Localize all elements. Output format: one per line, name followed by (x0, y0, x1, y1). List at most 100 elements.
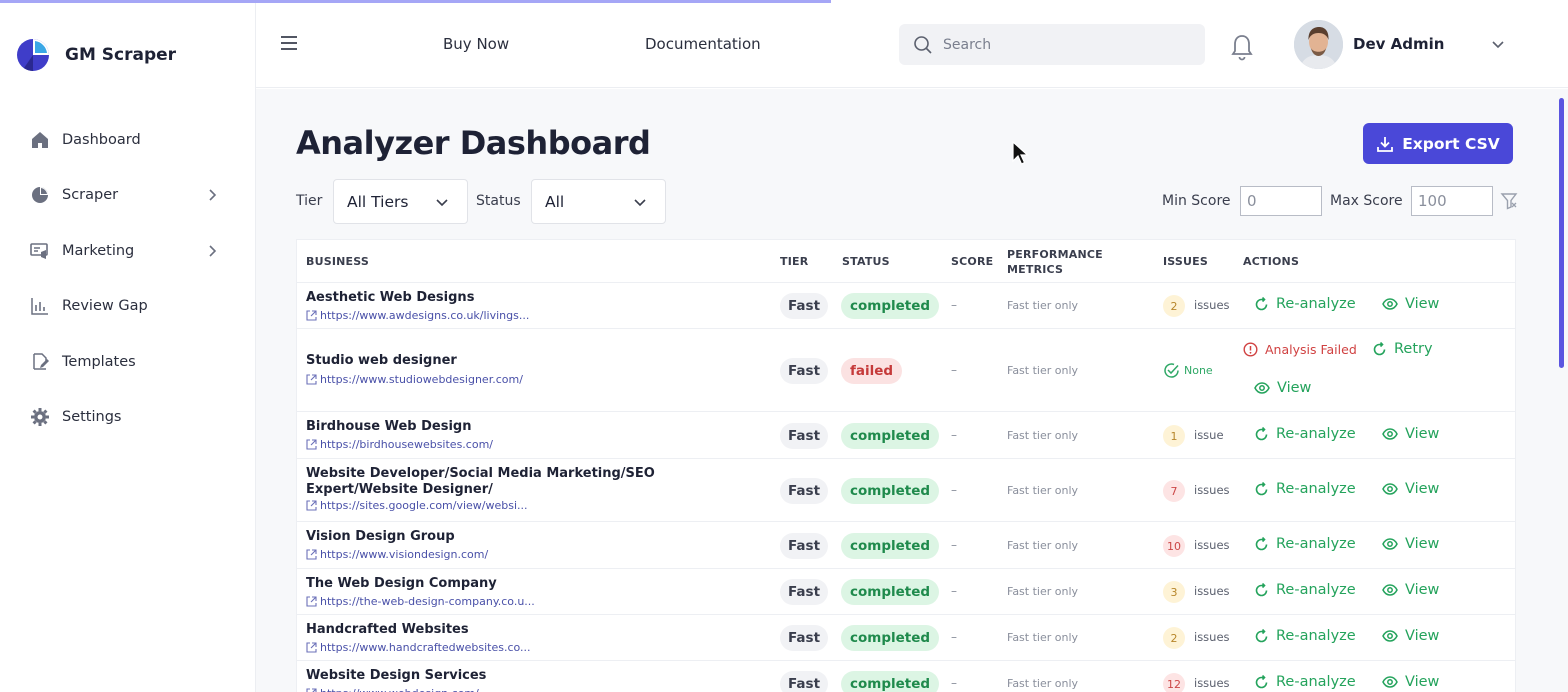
alert-circle-icon (1243, 342, 1258, 357)
view-button[interactable]: View (1382, 296, 1439, 312)
external-link-icon (306, 549, 317, 560)
reanalyze-button[interactable]: Re-analyze (1254, 296, 1356, 312)
column-header-issues[interactable]: ISSUES (1163, 240, 1208, 283)
tier-select[interactable]: All Tiers (333, 179, 468, 224)
search-box[interactable] (899, 24, 1205, 65)
business-name: Handcrafted Websites (306, 622, 469, 637)
chevron-down-icon (634, 199, 646, 207)
table-row: Aesthetic Web Designs https://www.awdesig… (297, 283, 1515, 329)
business-url: https://www.studiowebdesigner.com/ (320, 373, 523, 386)
performance-metrics: Fast tier only (1007, 539, 1079, 552)
reanalyze-button[interactable]: Re-analyze (1254, 426, 1356, 442)
view-label: View (1405, 426, 1440, 442)
reanalyze-button[interactable]: Re-analyze (1254, 674, 1356, 690)
column-header-score[interactable]: SCORE (951, 240, 993, 283)
performance-metrics: Fast tier only (1007, 677, 1079, 690)
business-name: Studio web designer (306, 353, 457, 368)
business-url-link[interactable]: https://www.visiondesign.com/ (306, 548, 488, 561)
analyzer-table: BUSINESS TIER STATUS SCORE PERFORMANCE M… (296, 239, 1516, 692)
sidebar-item-marketing[interactable]: Marketing (0, 223, 255, 279)
column-header-status[interactable]: STATUS (842, 240, 890, 283)
eye-icon (1382, 298, 1398, 310)
business-url-link[interactable]: https://birdhousewebsites.com/ (306, 438, 493, 451)
column-header-performance-metrics[interactable]: PERFORMANCE METRICS (1007, 240, 1117, 283)
view-button[interactable]: View (1382, 426, 1439, 442)
score-value: – (951, 363, 957, 377)
reanalyze-button[interactable]: Re-analyze (1254, 481, 1356, 497)
status-badge: completed (841, 423, 940, 449)
tier-badge: Fast (780, 423, 829, 449)
retry-button[interactable]: Retry (1372, 341, 1433, 357)
view-button[interactable]: View (1382, 674, 1439, 690)
sidebar-item-review-gap[interactable]: Review Gap (0, 279, 255, 335)
issues-label: issues (1194, 538, 1230, 552)
status-select[interactable]: All (531, 179, 666, 224)
sidebar-item-label: Templates (62, 353, 136, 370)
sidebar-item-settings[interactable]: Settings (0, 390, 255, 446)
status-badge: completed (841, 671, 940, 692)
business-url-link[interactable]: https://www.handcraftedwebsites.co... (306, 641, 531, 654)
score-value: – (951, 298, 957, 312)
min-score-input[interactable]: 0 (1240, 186, 1322, 216)
table-row: Website Developer/Social Media Marketing… (297, 459, 1515, 522)
business-name: The Web Design Company (306, 576, 497, 591)
tier-filter-label: Tier (296, 193, 323, 209)
view-button[interactable]: View (1382, 481, 1439, 497)
refresh-icon (1373, 341, 1386, 355)
sidebar-item-scraper[interactable]: Scraper (0, 168, 255, 224)
table-row: Website Design Services https://www.webde… (297, 661, 1515, 692)
view-label: View (1405, 628, 1440, 644)
user-name[interactable]: Dev Admin (1353, 35, 1444, 53)
export-csv-button[interactable]: Export CSV (1363, 123, 1513, 164)
menu-icon[interactable] (280, 35, 298, 51)
max-score-input[interactable]: 100 (1411, 186, 1493, 216)
business-url-link[interactable]: https://www.studiowebdesigner.com/ (306, 373, 523, 386)
avatar[interactable] (1294, 20, 1343, 69)
reanalyze-button[interactable]: Re-analyze (1254, 536, 1356, 552)
filter-clear-icon[interactable] (1500, 192, 1518, 210)
chevron-right-icon (209, 189, 217, 201)
business-url-link[interactable]: https://www.webdesign.com/ (306, 687, 479, 692)
view-label: View (1405, 674, 1440, 690)
search-input[interactable] (943, 36, 1183, 53)
sidebar-item-dashboard[interactable]: Dashboard (0, 112, 255, 168)
buy-now-link[interactable]: Buy Now (443, 35, 509, 53)
business-url-link[interactable]: https://sites.google.com/view/websi... (306, 499, 528, 512)
megaphone-icon (30, 241, 50, 261)
reanalyze-label: Re-analyze (1276, 481, 1356, 497)
tier-badge: Fast (780, 293, 829, 319)
table-row: Handcrafted Websites https://www.handcraf… (297, 615, 1515, 661)
view-button[interactable]: View (1254, 380, 1311, 396)
search-icon (914, 35, 932, 54)
business-url-link[interactable]: https://www.awdesigns.co.uk/livings... (306, 309, 529, 322)
documentation-link[interactable]: Documentation (645, 35, 761, 53)
user-avatar-image (1294, 20, 1343, 69)
business-url: https://the-web-design-company.co.u... (320, 595, 535, 608)
page-loading-bar (0, 0, 831, 3)
reanalyze-button[interactable]: Re-analyze (1254, 628, 1356, 644)
chevron-down-icon[interactable] (1491, 37, 1505, 51)
issues-count-badge: 1 (1163, 425, 1185, 447)
column-header-actions: ACTIONS (1243, 255, 1300, 268)
view-label: View (1405, 536, 1440, 552)
performance-metrics: Fast tier only (1007, 429, 1079, 442)
brand-name: GM Scraper (65, 45, 177, 65)
column-header-tier[interactable]: TIER (780, 240, 808, 283)
logo-icon (17, 39, 49, 71)
reanalyze-button[interactable]: Re-analyze (1254, 582, 1356, 598)
brand[interactable]: GM Scraper (16, 38, 176, 72)
bell-icon[interactable] (1230, 33, 1254, 61)
refresh-icon (1255, 426, 1268, 440)
performance-metrics: Fast tier only (1007, 364, 1079, 377)
business-url-link[interactable]: https://the-web-design-company.co.u... (306, 595, 535, 608)
column-header-business[interactable]: BUSINESS (306, 240, 369, 283)
table-row: Vision Design Group https://www.visiondes… (297, 522, 1515, 569)
view-button[interactable]: View (1382, 536, 1439, 552)
pie-chart-icon (30, 185, 50, 205)
scrollbar-thumb[interactable] (1559, 98, 1564, 368)
sidebar-item-templates[interactable]: Templates (0, 334, 255, 390)
view-button[interactable]: View (1382, 582, 1439, 598)
score-value: – (951, 428, 957, 442)
view-button[interactable]: View (1382, 628, 1439, 644)
reanalyze-label: Re-analyze (1276, 296, 1356, 312)
